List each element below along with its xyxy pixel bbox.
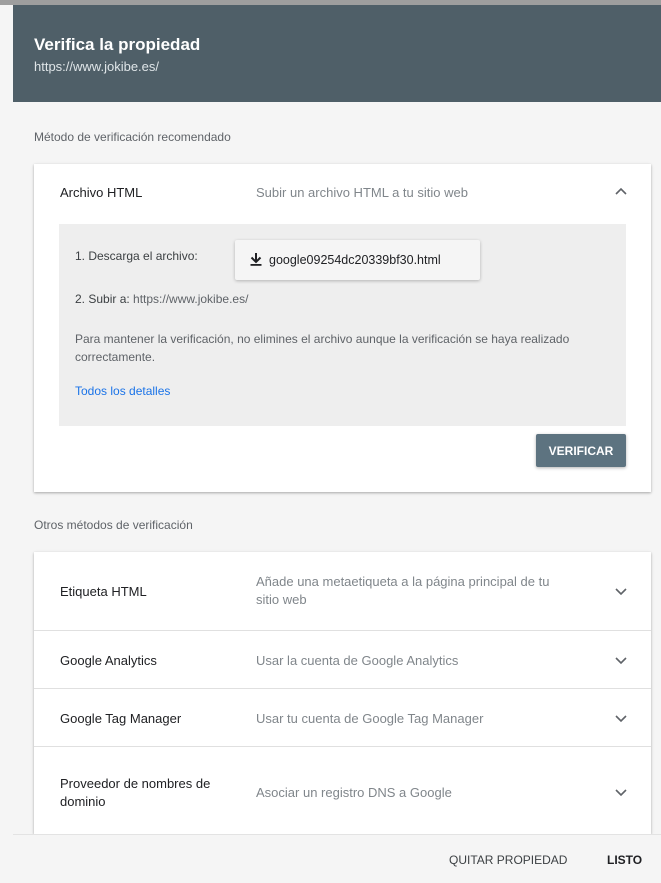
dialog-title: Verifica la propiedad <box>34 35 201 54</box>
chevron-down-icon[interactable] <box>611 709 631 729</box>
method-instructions: 1. Descarga el archivo: google09254dc203… <box>59 224 626 426</box>
chevron-down-icon[interactable] <box>611 651 631 671</box>
chevron-up-icon[interactable] <box>611 181 631 201</box>
method-description: Usar tu cuenta de Google Tag Manager <box>256 711 484 726</box>
method-description: Añade una metaetiqueta a la página princ… <box>256 574 550 607</box>
html-file-method-card: Archivo HTML Subir un archivo HTML a tu … <box>34 164 651 492</box>
step2-text: 2. Subir a: https://www.jokibe.es/ <box>75 292 248 306</box>
method-row-google-tag-manager[interactable]: Google Tag Manager Usar tu cuenta de Goo… <box>34 689 651 747</box>
verify-button[interactable]: VERIFICAR <box>536 434 626 467</box>
method-name: Archivo HTML <box>60 185 143 200</box>
download-file-name: google09254dc20339bf30.html <box>269 253 441 267</box>
other-methods-section-label: Otros métodos de verificación <box>34 518 193 532</box>
dialog-footer: QUITAR PROPIEDAD LISTO <box>13 834 661 883</box>
dialog-header: Verifica la propiedad https://www.jokibe… <box>13 5 661 102</box>
other-methods-list: Etiqueta HTML Añade una metaetiqueta a l… <box>34 552 651 834</box>
details-link[interactable]: Todos los detalles <box>75 384 170 398</box>
remove-property-button[interactable]: QUITAR PROPIEDAD <box>449 853 567 867</box>
property-url: https://www.jokibe.es/ <box>34 59 159 74</box>
method-name: Google Tag Manager <box>60 711 182 726</box>
method-name: Proveedor de nombres de dominio <box>60 776 211 809</box>
method-name: Etiqueta HTML <box>60 584 147 599</box>
download-icon <box>249 252 263 269</box>
html-file-method-header[interactable]: Archivo HTML Subir un archivo HTML a tu … <box>34 164 651 222</box>
method-description: Subir un archivo HTML a tu sitio web <box>256 185 468 200</box>
method-name: Google Analytics <box>60 653 157 668</box>
recommended-section-label: Método de verificación recomendado <box>34 130 231 144</box>
step1-label: 1. Descarga el archivo: <box>75 249 198 263</box>
chevron-down-icon[interactable] <box>611 582 631 602</box>
method-description: Asociar un registro DNS a Google <box>256 785 452 800</box>
method-row-html-tag[interactable]: Etiqueta HTML Añade una metaetiqueta a l… <box>34 552 651 631</box>
chevron-down-icon[interactable] <box>611 783 631 803</box>
download-file-button[interactable]: google09254dc20339bf30.html <box>235 240 480 280</box>
method-row-domain-name-provider[interactable]: Proveedor de nombres de dominio Asociar … <box>34 747 651 834</box>
step2-url: https://www.jokibe.es/ <box>133 292 249 306</box>
done-button[interactable]: LISTO <box>607 853 642 867</box>
verification-note: Para mantener la verificación, no elimin… <box>75 332 570 364</box>
method-row-google-analytics[interactable]: Google Analytics Usar la cuenta de Googl… <box>34 631 651 689</box>
method-description: Usar la cuenta de Google Analytics <box>256 653 459 668</box>
step2-prefix: 2. Subir a: <box>75 292 134 306</box>
